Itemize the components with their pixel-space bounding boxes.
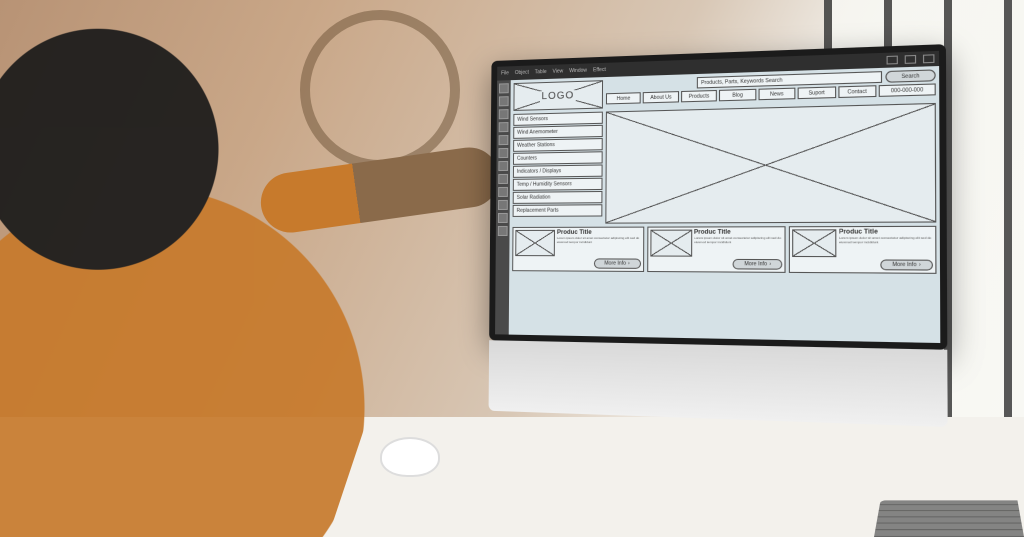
eyedropper-tool-icon[interactable] xyxy=(498,187,508,197)
chevron-right-icon: › xyxy=(919,262,921,269)
fill-swatch-icon[interactable] xyxy=(498,226,508,236)
sidebar-item-wind-sensors[interactable]: Wind Sensors xyxy=(513,112,603,126)
more-info-button[interactable]: More Info› xyxy=(594,258,641,268)
menu-effect[interactable]: Effect xyxy=(593,67,606,74)
coffee-cup xyxy=(380,437,440,477)
more-info-button[interactable]: More Info› xyxy=(880,259,933,270)
selection-tool-icon[interactable] xyxy=(499,83,509,93)
menu-table[interactable]: Table xyxy=(535,69,547,75)
menu-file[interactable]: File xyxy=(501,70,509,76)
pen-tool-icon[interactable] xyxy=(499,109,509,119)
sidebar-item-solar[interactable]: Solar Radiation xyxy=(513,191,603,204)
phone-number: 000-000-000 xyxy=(879,83,936,96)
product-description: Lorem ipsum dolor sit amet consectetur a… xyxy=(694,237,783,252)
minimize-icon[interactable] xyxy=(887,56,898,65)
sidebar-item-indicators[interactable]: Indicators / Displays xyxy=(513,164,603,177)
product-card: Produc Title Lorem ipsum dolor sit amet … xyxy=(789,226,936,274)
more-info-button[interactable]: More Info› xyxy=(733,259,783,270)
nav-blog[interactable]: Blog xyxy=(719,89,756,102)
sidebar-item-anemometer[interactable]: Wind Anemometer xyxy=(513,125,603,139)
sidebar-item-counters[interactable]: Counters xyxy=(513,151,603,165)
menu-object[interactable]: Object xyxy=(515,70,529,76)
hand-tool-icon[interactable] xyxy=(498,200,508,210)
type-tool-icon[interactable] xyxy=(499,122,509,132)
product-thumb-placeholder xyxy=(793,229,837,257)
monitor-bezel: File Object Table View Window Effect xyxy=(489,44,947,350)
sidebar-item-weather-stations[interactable]: Weather Stations xyxy=(513,138,603,152)
wireframe-body: Wind Sensors Wind Anemometer Weather Sta… xyxy=(513,103,937,224)
product-card: Produc Title Lorem ipsum dolor sit amet … xyxy=(512,227,644,272)
rectangle-tool-icon[interactable] xyxy=(498,148,508,158)
search-placeholder: Products, Parts, Keywords Search xyxy=(701,77,782,86)
screen: File Object Table View Window Effect xyxy=(495,51,940,343)
chevron-right-icon: › xyxy=(769,261,771,267)
maximize-icon[interactable] xyxy=(905,55,916,64)
logo-text: LOGO xyxy=(540,90,577,102)
nav-contact[interactable]: Contact xyxy=(838,85,877,98)
direct-select-tool-icon[interactable] xyxy=(499,96,509,106)
close-icon[interactable] xyxy=(923,54,935,63)
nav-home[interactable]: Home xyxy=(606,92,641,104)
nav-products[interactable]: Products xyxy=(681,90,717,102)
search-button[interactable]: Search xyxy=(885,69,935,82)
product-description: Lorem ipsum dolor sit amet consectetur a… xyxy=(557,237,641,251)
zoom-tool-icon[interactable] xyxy=(498,213,508,223)
nav-support[interactable]: Suport xyxy=(798,86,836,99)
product-thumb-placeholder xyxy=(515,230,555,256)
product-thumb-placeholder xyxy=(650,230,692,257)
monitor-chin xyxy=(489,340,948,427)
line-tool-icon[interactable] xyxy=(499,135,509,145)
monitor: File Object Table View Window Effect xyxy=(488,44,947,438)
sidebar-item-replacement[interactable]: Replacement Parts xyxy=(513,204,603,217)
chevron-right-icon: › xyxy=(628,261,630,267)
menu-view[interactable]: View xyxy=(552,68,563,74)
sidebar-item-temp-humidity[interactable]: Temp / Humidity Sensors xyxy=(513,178,603,191)
scale-tool-icon[interactable] xyxy=(498,174,508,184)
product-title: Produc Title xyxy=(839,229,933,236)
product-cards-row: Produc Title Lorem ipsum dolor sit amet … xyxy=(512,226,936,274)
keyboard xyxy=(874,500,1024,537)
nav-about[interactable]: About Us xyxy=(643,91,679,103)
logo-placeholder[interactable]: LOGO xyxy=(513,80,603,111)
rotate-tool-icon[interactable] xyxy=(498,161,508,171)
product-card: Produc Title Lorem ipsum dolor sit amet … xyxy=(647,226,786,273)
product-description: Lorem ipsum dolor sit amet consectetur a… xyxy=(839,237,933,252)
product-title: Produc Title xyxy=(694,229,783,235)
menu-window[interactable]: Window xyxy=(569,68,587,75)
wireframe-artboard[interactable]: LOGO Products, Parts, Keywords Search Se… xyxy=(509,66,941,343)
product-title: Produc Title xyxy=(557,230,641,236)
nav-news[interactable]: News xyxy=(758,88,795,101)
hero-image-placeholder[interactable] xyxy=(605,103,936,224)
category-sidebar: Wind Sensors Wind Anemometer Weather Sta… xyxy=(513,112,603,224)
